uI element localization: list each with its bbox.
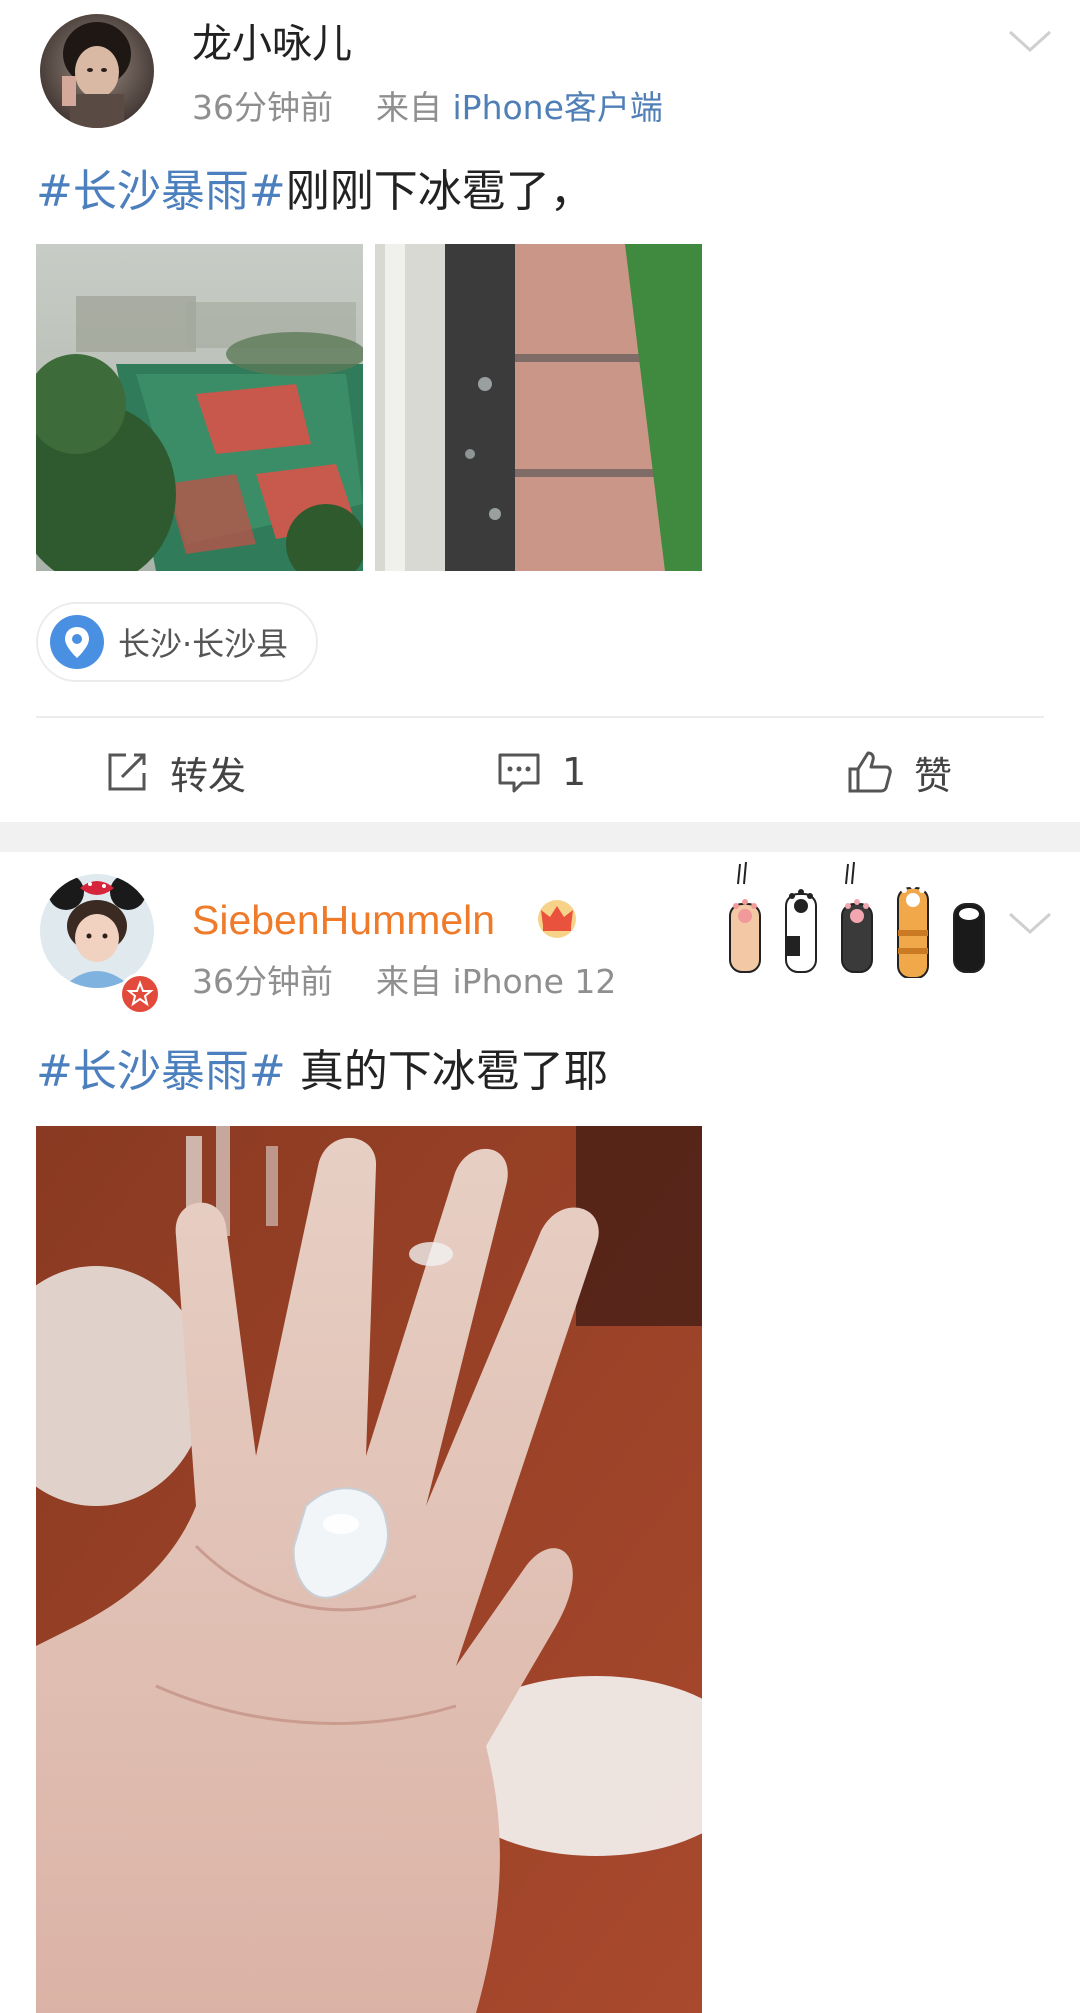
chevron-down-icon[interactable] — [1006, 908, 1054, 938]
chevron-down-icon[interactable] — [1006, 26, 1054, 56]
post-body-text: 刚刚下冰雹了， — [285, 166, 594, 217]
crown-icon[interactable] — [534, 898, 580, 938]
comment-count: 1 — [562, 750, 587, 794]
feed-separator — [0, 822, 1080, 852]
post-username[interactable]: 龙小咏儿 — [192, 20, 352, 68]
post-source-app[interactable]: iPhone客户端 — [453, 88, 663, 127]
post-content: #长沙暴雨#刚刚下冰雹了， — [36, 164, 594, 220]
location-pin-icon — [50, 615, 104, 669]
post-image-2[interactable] — [375, 244, 702, 571]
post-time: 36分钟前 — [192, 88, 333, 127]
hashtag-link[interactable]: #长沙暴雨# — [36, 1046, 286, 1097]
repost-label: 转发 — [170, 753, 247, 798]
post-username[interactable]: SiebenHummeln — [192, 896, 495, 944]
post-meta: 36分钟前 来自 iPhone 12 — [192, 962, 616, 1002]
repost-button[interactable]: 转发 — [104, 744, 246, 800]
feed-post-2: SiebenHummeln 36分钟前 来自 iPhone 12 #长沙暴雨# … — [0, 852, 1080, 2013]
hashtag-link[interactable]: #长沙暴雨# — [36, 166, 286, 217]
post-time: 36分钟前 — [192, 962, 333, 1001]
repost-icon — [108, 753, 146, 791]
feed-post-1: 龙小咏儿 36分钟前 来自 iPhone客户端 #长沙暴雨#刚刚下冰雹了， 长沙… — [0, 0, 1080, 822]
comment-icon — [498, 753, 540, 793]
post-source-prefix: 来自 — [376, 962, 442, 1001]
thumbs-up-icon — [848, 751, 892, 793]
post-content: #长沙暴雨# 真的下冰雹了耶 — [36, 1044, 608, 1100]
post-image-1[interactable] — [36, 244, 363, 571]
like-button[interactable]: 赞 — [846, 744, 952, 800]
post-image-1[interactable] — [36, 1126, 702, 2013]
post-source-app: iPhone 12 — [452, 962, 617, 1001]
comment-button[interactable]: 1 — [496, 744, 586, 800]
post-body-text: 真的下冰雹了耶 — [285, 1046, 608, 1097]
location-tag[interactable]: 长沙·长沙县 — [36, 602, 319, 682]
location-label: 长沙·长沙县 — [118, 625, 289, 663]
post-meta: 36分钟前 来自 iPhone客户端 — [192, 88, 663, 128]
post-source-prefix: 来自 — [376, 88, 442, 127]
divider — [36, 716, 1044, 718]
avatar[interactable] — [40, 874, 154, 988]
like-label: 赞 — [914, 753, 953, 798]
avatar[interactable] — [40, 14, 154, 128]
cat-paws-decoration — [729, 861, 985, 978]
verified-badge-icon — [119, 973, 161, 1015]
